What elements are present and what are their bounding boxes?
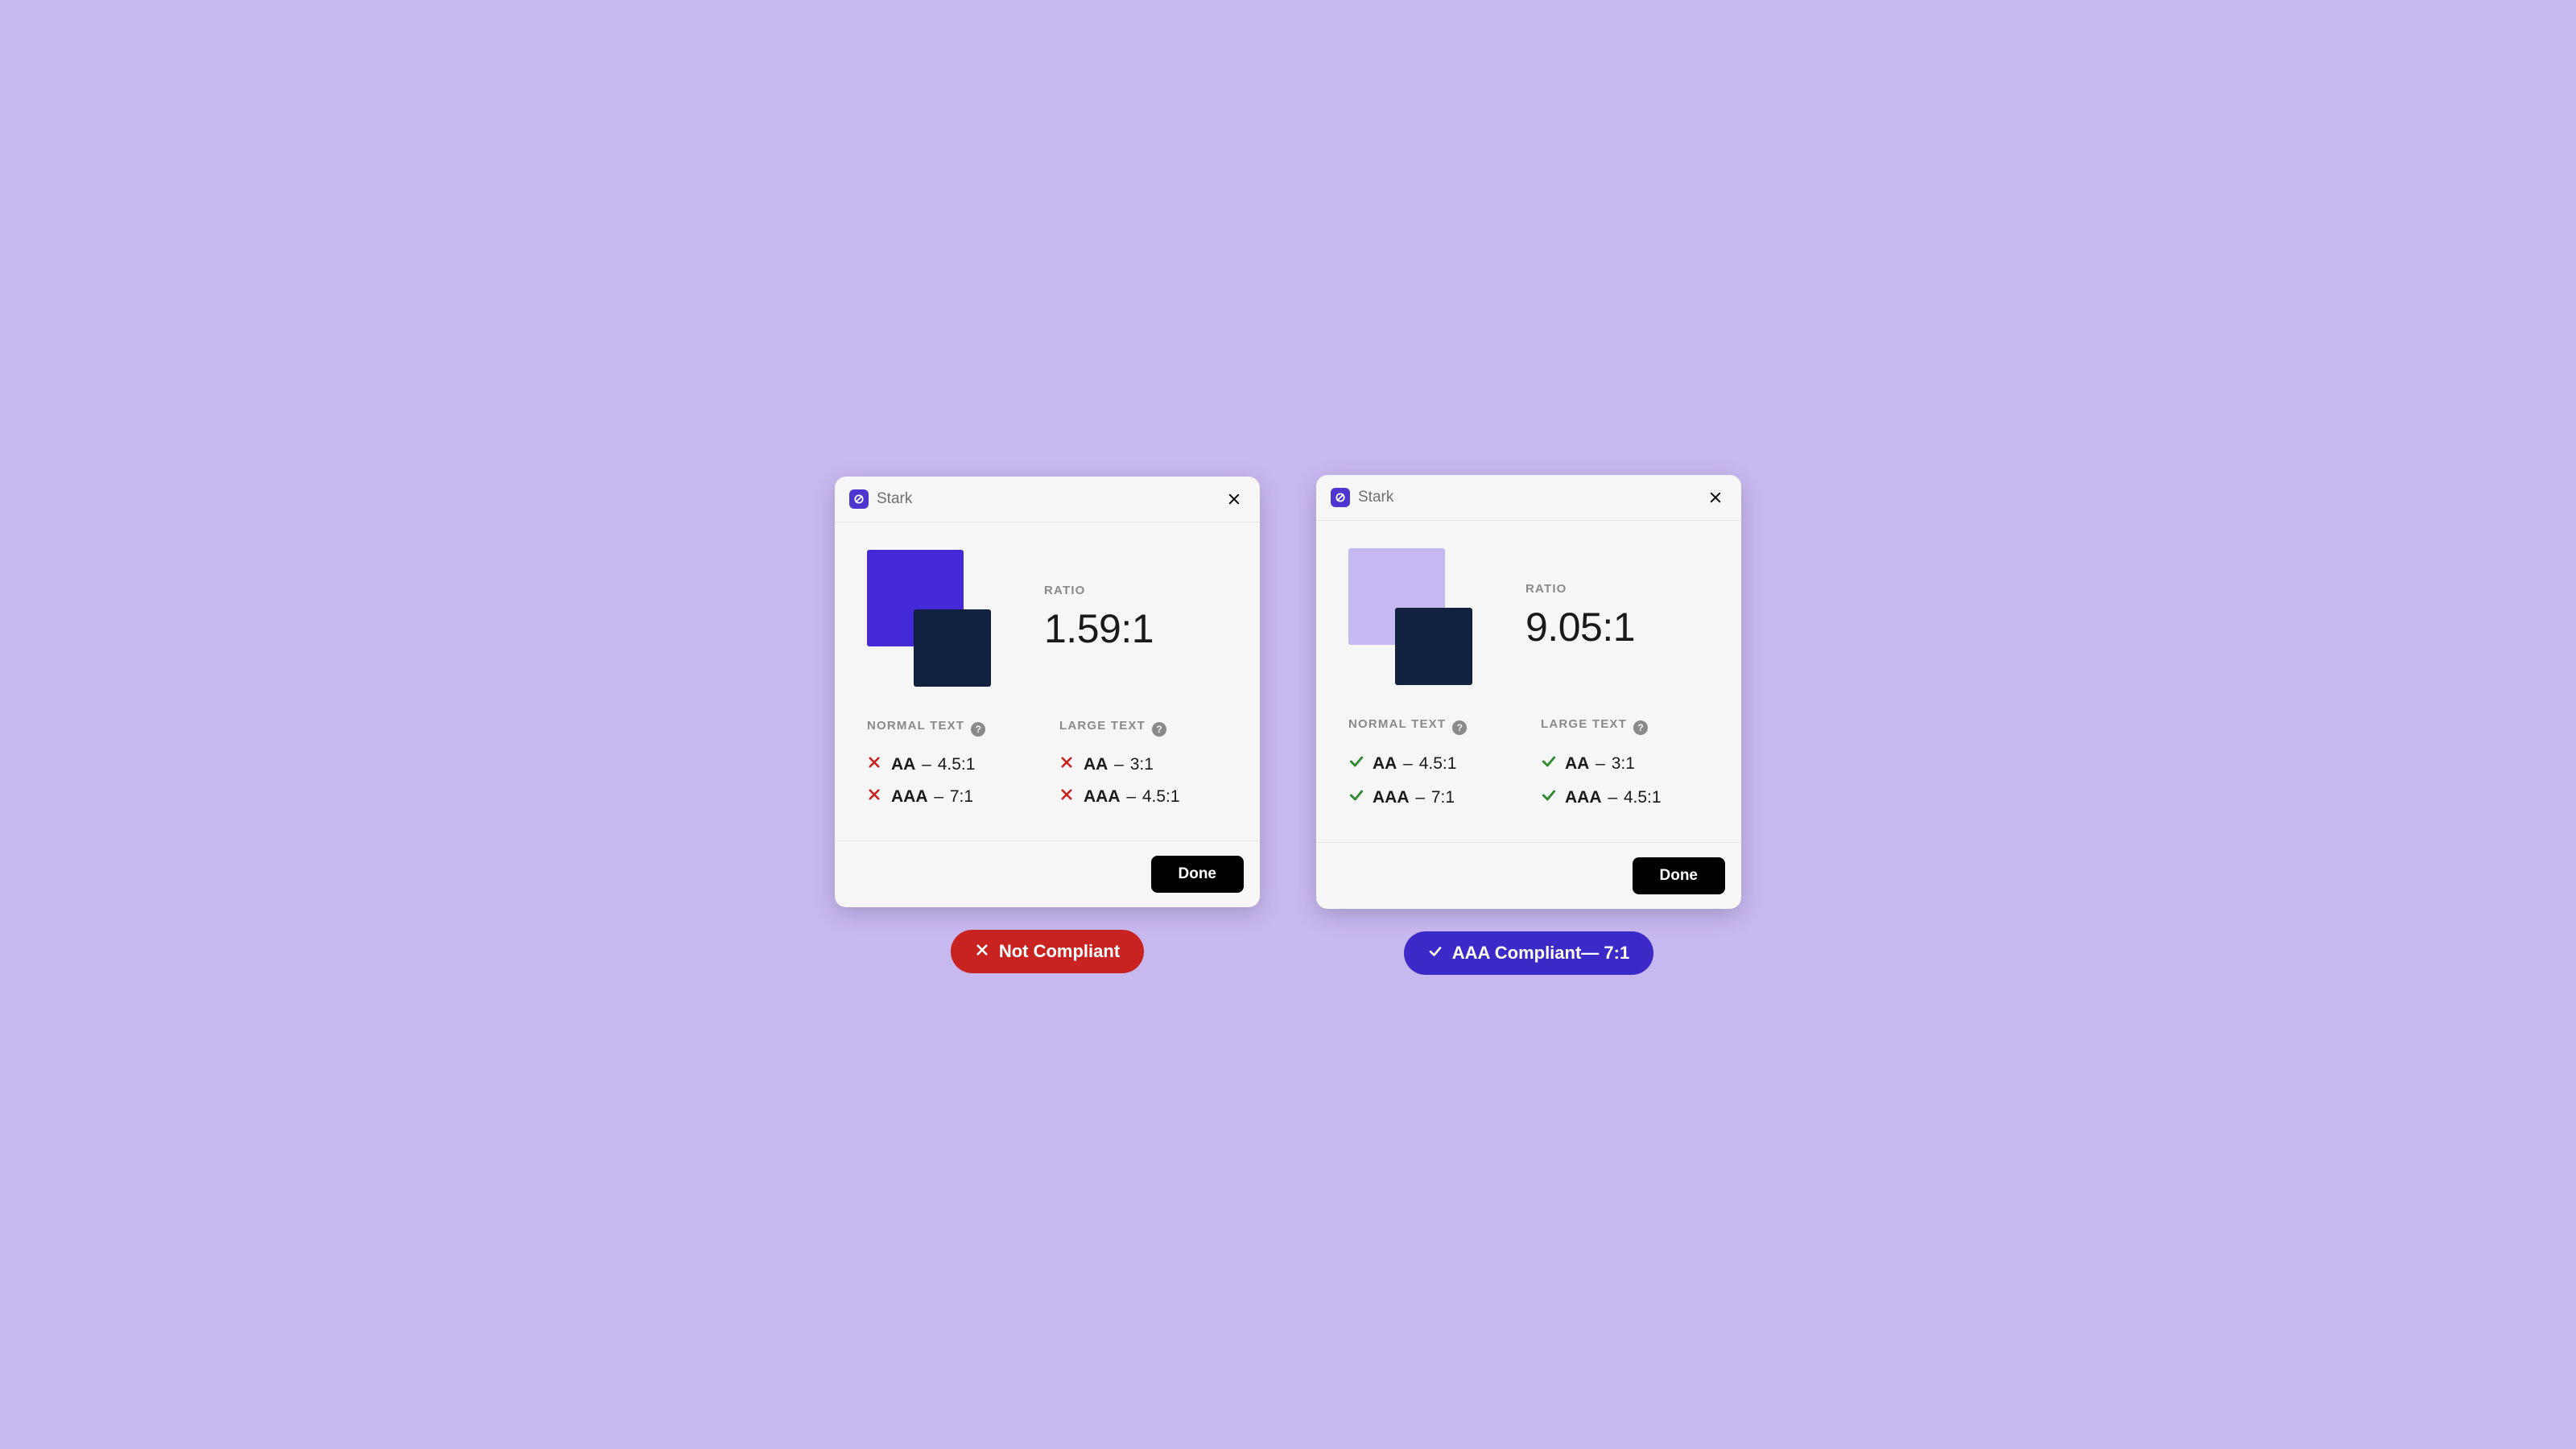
- done-button[interactable]: Done: [1633, 857, 1726, 894]
- criteria-normal-aaa: AAA – 7:1: [867, 787, 1035, 807]
- ratio-label: RATIO: [1044, 584, 1228, 597]
- large-text-label: LARGE TEXT: [1541, 717, 1627, 731]
- badge-text: AAA Compliant— 7:1: [1452, 943, 1629, 964]
- level-label: AA: [891, 755, 915, 774]
- criteria-large-aaa: AAA – 4.5:1: [1059, 787, 1228, 807]
- app-title: Stark: [1358, 489, 1704, 506]
- threshold-label: 4.5:1: [938, 755, 976, 774]
- stark-logo-icon: [849, 489, 869, 509]
- normal-text-label: NORMAL TEXT: [867, 719, 964, 733]
- level-label: AAA: [1373, 788, 1410, 807]
- help-icon[interactable]: ?: [1452, 720, 1467, 735]
- threshold-label: 4.5:1: [1624, 788, 1662, 807]
- ratio-value: 9.05:1: [1525, 604, 1709, 650]
- panel-header: Stark: [835, 477, 1260, 522]
- done-button[interactable]: Done: [1151, 856, 1245, 893]
- stark-logo-icon: [1331, 488, 1350, 507]
- level-label: AAA: [1084, 787, 1121, 806]
- status-icon: [1059, 787, 1075, 807]
- ratio-block: RATIO 9.05:1: [1525, 582, 1709, 650]
- level-label: AA: [1565, 754, 1589, 773]
- help-icon[interactable]: ?: [1152, 722, 1166, 737]
- threshold-label: 4.5:1: [1419, 754, 1457, 773]
- status-icon: [867, 755, 883, 774]
- help-icon[interactable]: ?: [971, 722, 985, 737]
- swatch-foreground[interactable]: [914, 609, 991, 687]
- criteria-large-aa: AA – 3:1: [1541, 753, 1709, 774]
- ratio-row: RATIO 9.05:1: [1348, 548, 1709, 685]
- badge-icon: [1428, 943, 1443, 964]
- badge-icon: [975, 941, 989, 962]
- panel-body: RATIO 1.59:1 NORMAL TEXT ? AA – 4.5:1: [835, 522, 1260, 840]
- large-text-label: LARGE TEXT: [1059, 719, 1146, 733]
- level-label: AA: [1084, 755, 1108, 774]
- ratio-label: RATIO: [1525, 582, 1709, 596]
- normal-text-header: NORMAL TEXT ?: [867, 719, 1035, 741]
- close-icon: [1708, 490, 1723, 505]
- panel-body: RATIO 9.05:1 NORMAL TEXT ? AA – 4.5:1: [1316, 521, 1741, 842]
- level-label: AAA: [1565, 788, 1602, 807]
- large-text-header: LARGE TEXT ?: [1059, 719, 1228, 741]
- close-button[interactable]: [1704, 486, 1727, 509]
- threshold-label: 7:1: [950, 787, 973, 806]
- panel-footer: Done: [835, 840, 1260, 907]
- contrast-panel: Stark RATIO 9.05:1 NORMAL TEXT: [1316, 475, 1741, 909]
- contrast-panel: Stark RATIO 1.59:1 NORMAL TEXT: [835, 477, 1260, 907]
- panel-group-left: Stark RATIO 1.59:1 NORMAL TEXT: [835, 477, 1260, 973]
- color-swatches: [1348, 548, 1485, 685]
- panel-header: Stark: [1316, 475, 1741, 521]
- status-icon: [867, 787, 883, 807]
- level-label: AA: [1373, 754, 1397, 773]
- panel-group-right: Stark RATIO 9.05:1 NORMAL TEXT: [1316, 475, 1741, 975]
- color-swatches: [867, 550, 1004, 687]
- normal-text-label: NORMAL TEXT: [1348, 717, 1446, 731]
- threshold-label: 4.5:1: [1142, 787, 1180, 806]
- app-title: Stark: [877, 490, 1223, 508]
- help-icon[interactable]: ?: [1633, 720, 1648, 735]
- criteria-large-aa: AA – 3:1: [1059, 755, 1228, 774]
- criteria-normal-aa: AA – 4.5:1: [867, 755, 1035, 774]
- threshold-label: 3:1: [1130, 755, 1154, 774]
- criteria-grid: NORMAL TEXT ? AA – 4.5:1 AAA – 7:1 LARGE…: [867, 719, 1228, 819]
- normal-text-header: NORMAL TEXT ?: [1348, 717, 1517, 739]
- status-icon: [1348, 787, 1364, 808]
- status-icon: [1541, 787, 1557, 808]
- badge-text: Not Compliant: [999, 941, 1120, 962]
- criteria-normal-aaa: AAA – 7:1: [1348, 787, 1517, 808]
- ratio-row: RATIO 1.59:1: [867, 550, 1228, 687]
- ratio-value: 1.59:1: [1044, 605, 1228, 652]
- swatch-foreground[interactable]: [1395, 608, 1472, 685]
- large-text-header: LARGE TEXT ?: [1541, 717, 1709, 739]
- criteria-normal-aa: AA – 4.5:1: [1348, 753, 1517, 774]
- threshold-label: 7:1: [1431, 788, 1455, 807]
- criteria-large-aaa: AAA – 4.5:1: [1541, 787, 1709, 808]
- close-icon: [1227, 492, 1241, 506]
- criteria-grid: NORMAL TEXT ? AA – 4.5:1 AAA – 7:1 LARGE…: [1348, 717, 1709, 821]
- level-label: AAA: [891, 787, 928, 806]
- compliance-badge: AAA Compliant— 7:1: [1404, 931, 1653, 975]
- status-icon: [1348, 753, 1364, 774]
- status-icon: [1059, 755, 1075, 774]
- compliance-badge: Not Compliant: [951, 930, 1144, 973]
- panel-footer: Done: [1316, 842, 1741, 909]
- status-icon: [1541, 753, 1557, 774]
- threshold-label: 3:1: [1612, 754, 1635, 773]
- ratio-block: RATIO 1.59:1: [1044, 584, 1228, 652]
- close-button[interactable]: [1223, 488, 1245, 510]
